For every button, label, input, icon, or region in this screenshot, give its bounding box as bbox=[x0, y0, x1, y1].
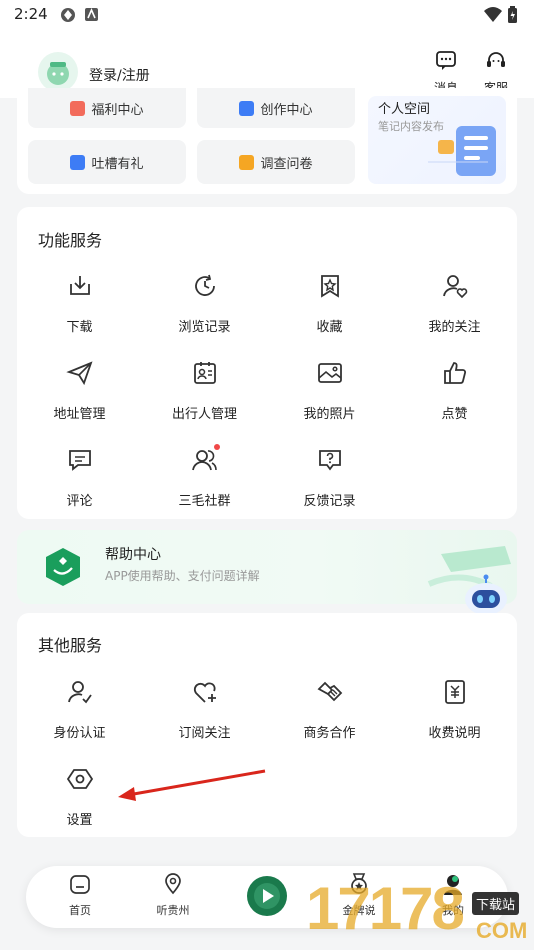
download-icon bbox=[69, 276, 90, 295]
following-button[interactable]: 我的关注 bbox=[392, 272, 517, 335]
watermark-tag: 下载站 bbox=[472, 892, 520, 915]
settings-icon bbox=[66, 769, 93, 789]
creation-icon bbox=[239, 100, 255, 116]
watermark-text: 17178 bbox=[306, 875, 465, 942]
follow-icon bbox=[442, 275, 467, 299]
avatar[interactable] bbox=[38, 52, 78, 92]
history-label: 浏览记录 bbox=[178, 320, 231, 335]
complaint-gift-button[interactable]: 吐槽有礼 bbox=[28, 140, 186, 184]
identity-verification-label: 身份认证 bbox=[53, 726, 106, 741]
comments-label: 评论 bbox=[66, 494, 93, 509]
survey-icon bbox=[239, 154, 255, 170]
fee-description-button[interactable]: 收费说明 bbox=[392, 678, 517, 741]
help-center-icon bbox=[46, 548, 80, 586]
gift-icon bbox=[70, 100, 86, 116]
personal-space-card[interactable]: 个人空间 笔记内容发布 bbox=[368, 96, 506, 184]
status-time: 2:24 bbox=[14, 5, 48, 23]
comments-button[interactable]: 评论 bbox=[17, 446, 142, 509]
likes-label: 点赞 bbox=[441, 407, 468, 422]
photo-icon bbox=[317, 363, 342, 383]
annotation-arrow-icon bbox=[118, 769, 266, 801]
location-icon bbox=[165, 873, 181, 895]
welfare-center-button[interactable]: 福利中心 bbox=[28, 88, 186, 128]
community-label: 三毛社群 bbox=[178, 494, 231, 509]
creation-center-button[interactable]: 创作中心 bbox=[197, 88, 355, 128]
history-button[interactable]: 浏览记录 bbox=[142, 272, 267, 335]
play-center-icon bbox=[247, 876, 287, 916]
community-icon bbox=[191, 450, 217, 471]
notification-badge bbox=[214, 444, 220, 450]
my-photos-button[interactable]: 我的照片 bbox=[267, 359, 392, 422]
identity-verification-button[interactable]: 身份认证 bbox=[17, 678, 142, 741]
help-center-banner[interactable]: 帮助中心 APP使用帮助、支付问题详解 bbox=[17, 530, 517, 604]
traveler-icon bbox=[193, 362, 216, 384]
notification-a-icon bbox=[85, 8, 98, 21]
tab-home-label: 首页 bbox=[69, 904, 91, 917]
fee-icon bbox=[444, 680, 465, 704]
comment-icon bbox=[68, 450, 91, 471]
like-icon bbox=[443, 362, 466, 384]
help-center-subtitle: APP使用帮助、支付问题详解 bbox=[105, 569, 260, 583]
feedback-records-button[interactable]: 反馈记录 bbox=[267, 446, 392, 509]
survey-label: 调查问卷 bbox=[260, 156, 313, 172]
tab-center-play[interactable] bbox=[232, 874, 302, 924]
edit-icon bbox=[70, 154, 86, 170]
help-center-title: 帮助中心 bbox=[105, 547, 161, 563]
subscribe-button[interactable]: 订阅关注 bbox=[142, 678, 267, 741]
business-cooperation-label: 商务合作 bbox=[303, 726, 356, 741]
handshake-icon bbox=[317, 681, 342, 702]
battery-icon bbox=[508, 6, 517, 23]
favorites-label: 收藏 bbox=[316, 320, 343, 335]
tab-home[interactable]: 首页 bbox=[45, 872, 115, 918]
other-services-title: 其他服务 bbox=[38, 636, 103, 655]
favorites-button[interactable]: 收藏 bbox=[267, 272, 392, 335]
headset-icon bbox=[487, 52, 505, 67]
download-button[interactable]: 下载 bbox=[17, 272, 142, 335]
complaint-gift-label: 吐槽有礼 bbox=[91, 156, 144, 172]
address-icon bbox=[65, 361, 93, 386]
favorite-icon bbox=[320, 275, 339, 298]
app-notification-icon bbox=[61, 8, 75, 22]
following-label: 我的关注 bbox=[428, 320, 481, 335]
message-icon bbox=[436, 51, 456, 70]
welfare-center-label: 福利中心 bbox=[91, 102, 144, 118]
notes-illustration-icon bbox=[428, 126, 496, 176]
wifi-icon bbox=[484, 7, 502, 22]
settings-label: 设置 bbox=[66, 813, 93, 828]
identity-icon bbox=[67, 681, 92, 704]
feedback-records-label: 反馈记录 bbox=[303, 494, 356, 509]
address-button[interactable]: 地址管理 bbox=[17, 359, 142, 422]
community-button[interactable]: 三毛社群 bbox=[142, 444, 267, 509]
function-services-title: 功能服务 bbox=[38, 231, 103, 250]
my-photos-label: 我的照片 bbox=[303, 407, 356, 422]
subscribe-icon bbox=[193, 682, 216, 703]
traveler-label: 出行人管理 bbox=[171, 407, 237, 422]
survey-button[interactable]: 调查问卷 bbox=[197, 140, 355, 184]
tab-listen-guizhou[interactable]: 听贵州 bbox=[138, 872, 208, 918]
watermark: 17178 下载站 COM bbox=[300, 875, 534, 950]
watermark-domain: COM bbox=[476, 918, 528, 943]
feedback-icon bbox=[318, 450, 341, 471]
home-icon bbox=[70, 875, 90, 894]
avatar-mascot-icon bbox=[47, 62, 69, 85]
history-icon bbox=[194, 274, 215, 296]
status-bar: 2:24 bbox=[0, 0, 534, 30]
traveler-button[interactable]: 出行人管理 bbox=[142, 359, 267, 422]
tab-listen-guizhou-label: 听贵州 bbox=[156, 904, 190, 917]
subscribe-label: 订阅关注 bbox=[178, 726, 231, 741]
login-link[interactable]: 登录/注册 bbox=[89, 65, 150, 85]
address-label: 地址管理 bbox=[53, 407, 106, 422]
business-cooperation-button[interactable]: 商务合作 bbox=[267, 678, 392, 741]
creation-center-label: 创作中心 bbox=[260, 102, 313, 118]
personal-space-title: 个人空间 bbox=[378, 102, 431, 117]
likes-button[interactable]: 点赞 bbox=[392, 359, 517, 422]
download-label: 下载 bbox=[66, 320, 93, 335]
fee-description-label: 收费说明 bbox=[428, 726, 481, 741]
